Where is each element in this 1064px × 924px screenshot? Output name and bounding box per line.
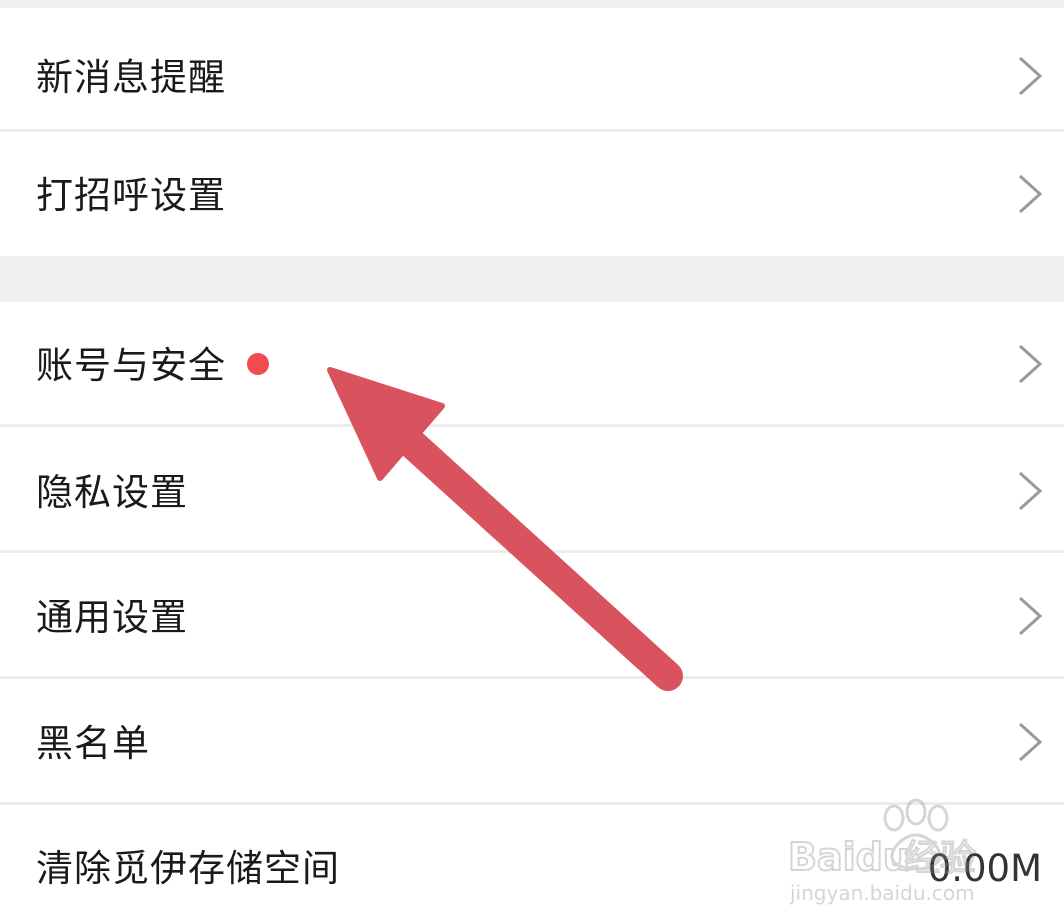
settings-item-label: 打招呼设置 bbox=[36, 174, 226, 217]
settings-item-general-settings[interactable]: 通用设置 bbox=[0, 553, 1064, 676]
svg-text:Baidu: Baidu bbox=[788, 835, 910, 879]
settings-item-label: 账号与安全 bbox=[36, 344, 226, 387]
settings-item-account-security[interactable]: 账号与安全 bbox=[0, 302, 1064, 424]
chevron-right-icon bbox=[1018, 56, 1043, 96]
svg-text:经验: 经验 bbox=[904, 838, 976, 879]
settings-item-blacklist[interactable]: 黑名单 bbox=[0, 679, 1064, 802]
chevron-right-icon bbox=[1018, 344, 1043, 384]
svg-text:jingyan.baidu.com: jingyan.baidu.com bbox=[789, 881, 975, 905]
settings-item-label: 新消息提醒 bbox=[36, 56, 226, 99]
chevron-right-icon bbox=[1018, 722, 1043, 762]
settings-item-label: 通用设置 bbox=[36, 596, 188, 639]
baidu-watermark-logo: Baidu 经验 jingyan.baidu.com bbox=[787, 796, 1028, 906]
chevron-right-icon bbox=[1018, 174, 1043, 214]
settings-item-label: 清除觅伊存储空间 bbox=[36, 847, 340, 890]
settings-item-greeting-settings[interactable]: 打招呼设置 bbox=[0, 132, 1064, 256]
paw-icon: Baidu 经验 jingyan.baidu.com bbox=[787, 798, 977, 905]
section-spacer bbox=[0, 256, 1064, 302]
chevron-right-icon bbox=[1018, 596, 1043, 636]
settings-item-privacy-settings[interactable]: 隐私设置 bbox=[0, 427, 1064, 550]
chevron-right-icon bbox=[1018, 471, 1043, 511]
settings-item-label: 黑名单 bbox=[36, 722, 150, 765]
settings-screen: 新消息提醒 打招呼设置 账号与安全 隐私设置 通用设置 黑名单 清除觅伊存储空间… bbox=[0, 0, 1064, 924]
top-spacer bbox=[0, 0, 1064, 8]
settings-item-label: 隐私设置 bbox=[36, 471, 188, 514]
settings-item-new-message-reminder[interactable]: 新消息提醒 bbox=[0, 8, 1064, 130]
notification-dot-badge bbox=[247, 353, 269, 375]
